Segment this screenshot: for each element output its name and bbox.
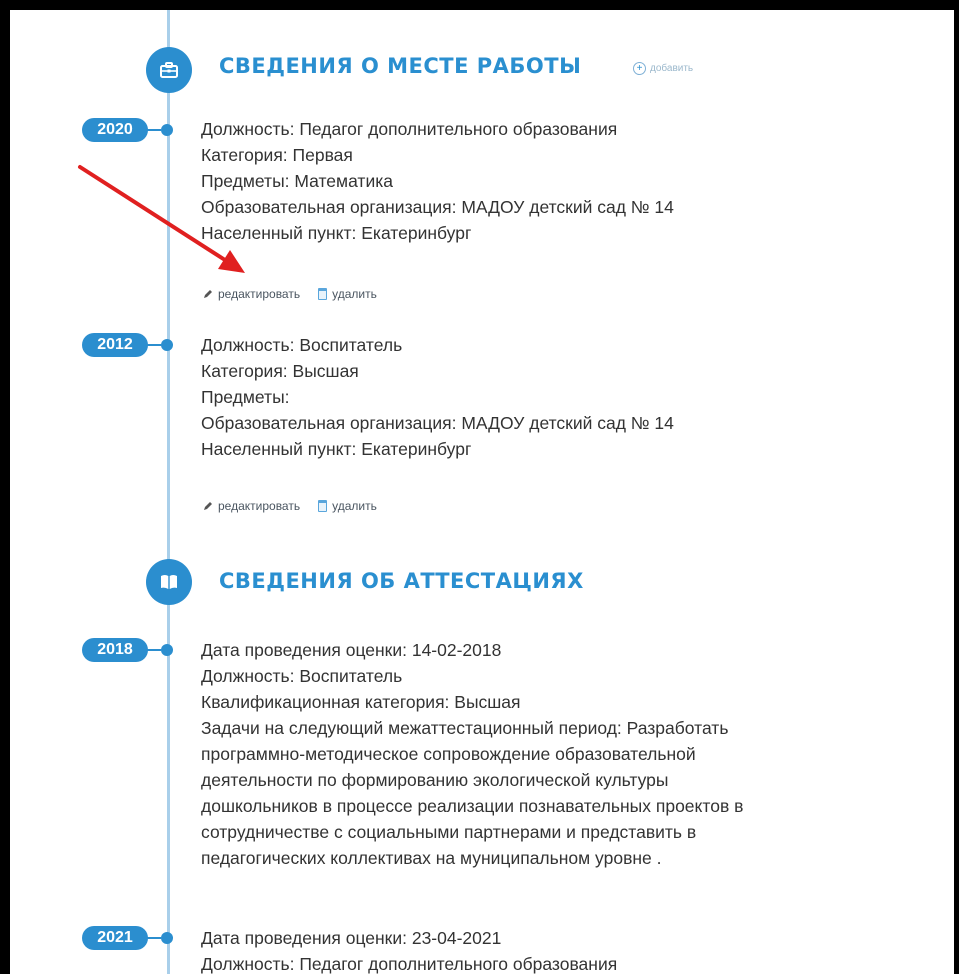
red-arrow-icon <box>78 165 245 273</box>
page-frame: СВЕДЕНИЯ О МЕСТЕ РАБОТЫ + добавить 2020 … <box>10 10 954 974</box>
